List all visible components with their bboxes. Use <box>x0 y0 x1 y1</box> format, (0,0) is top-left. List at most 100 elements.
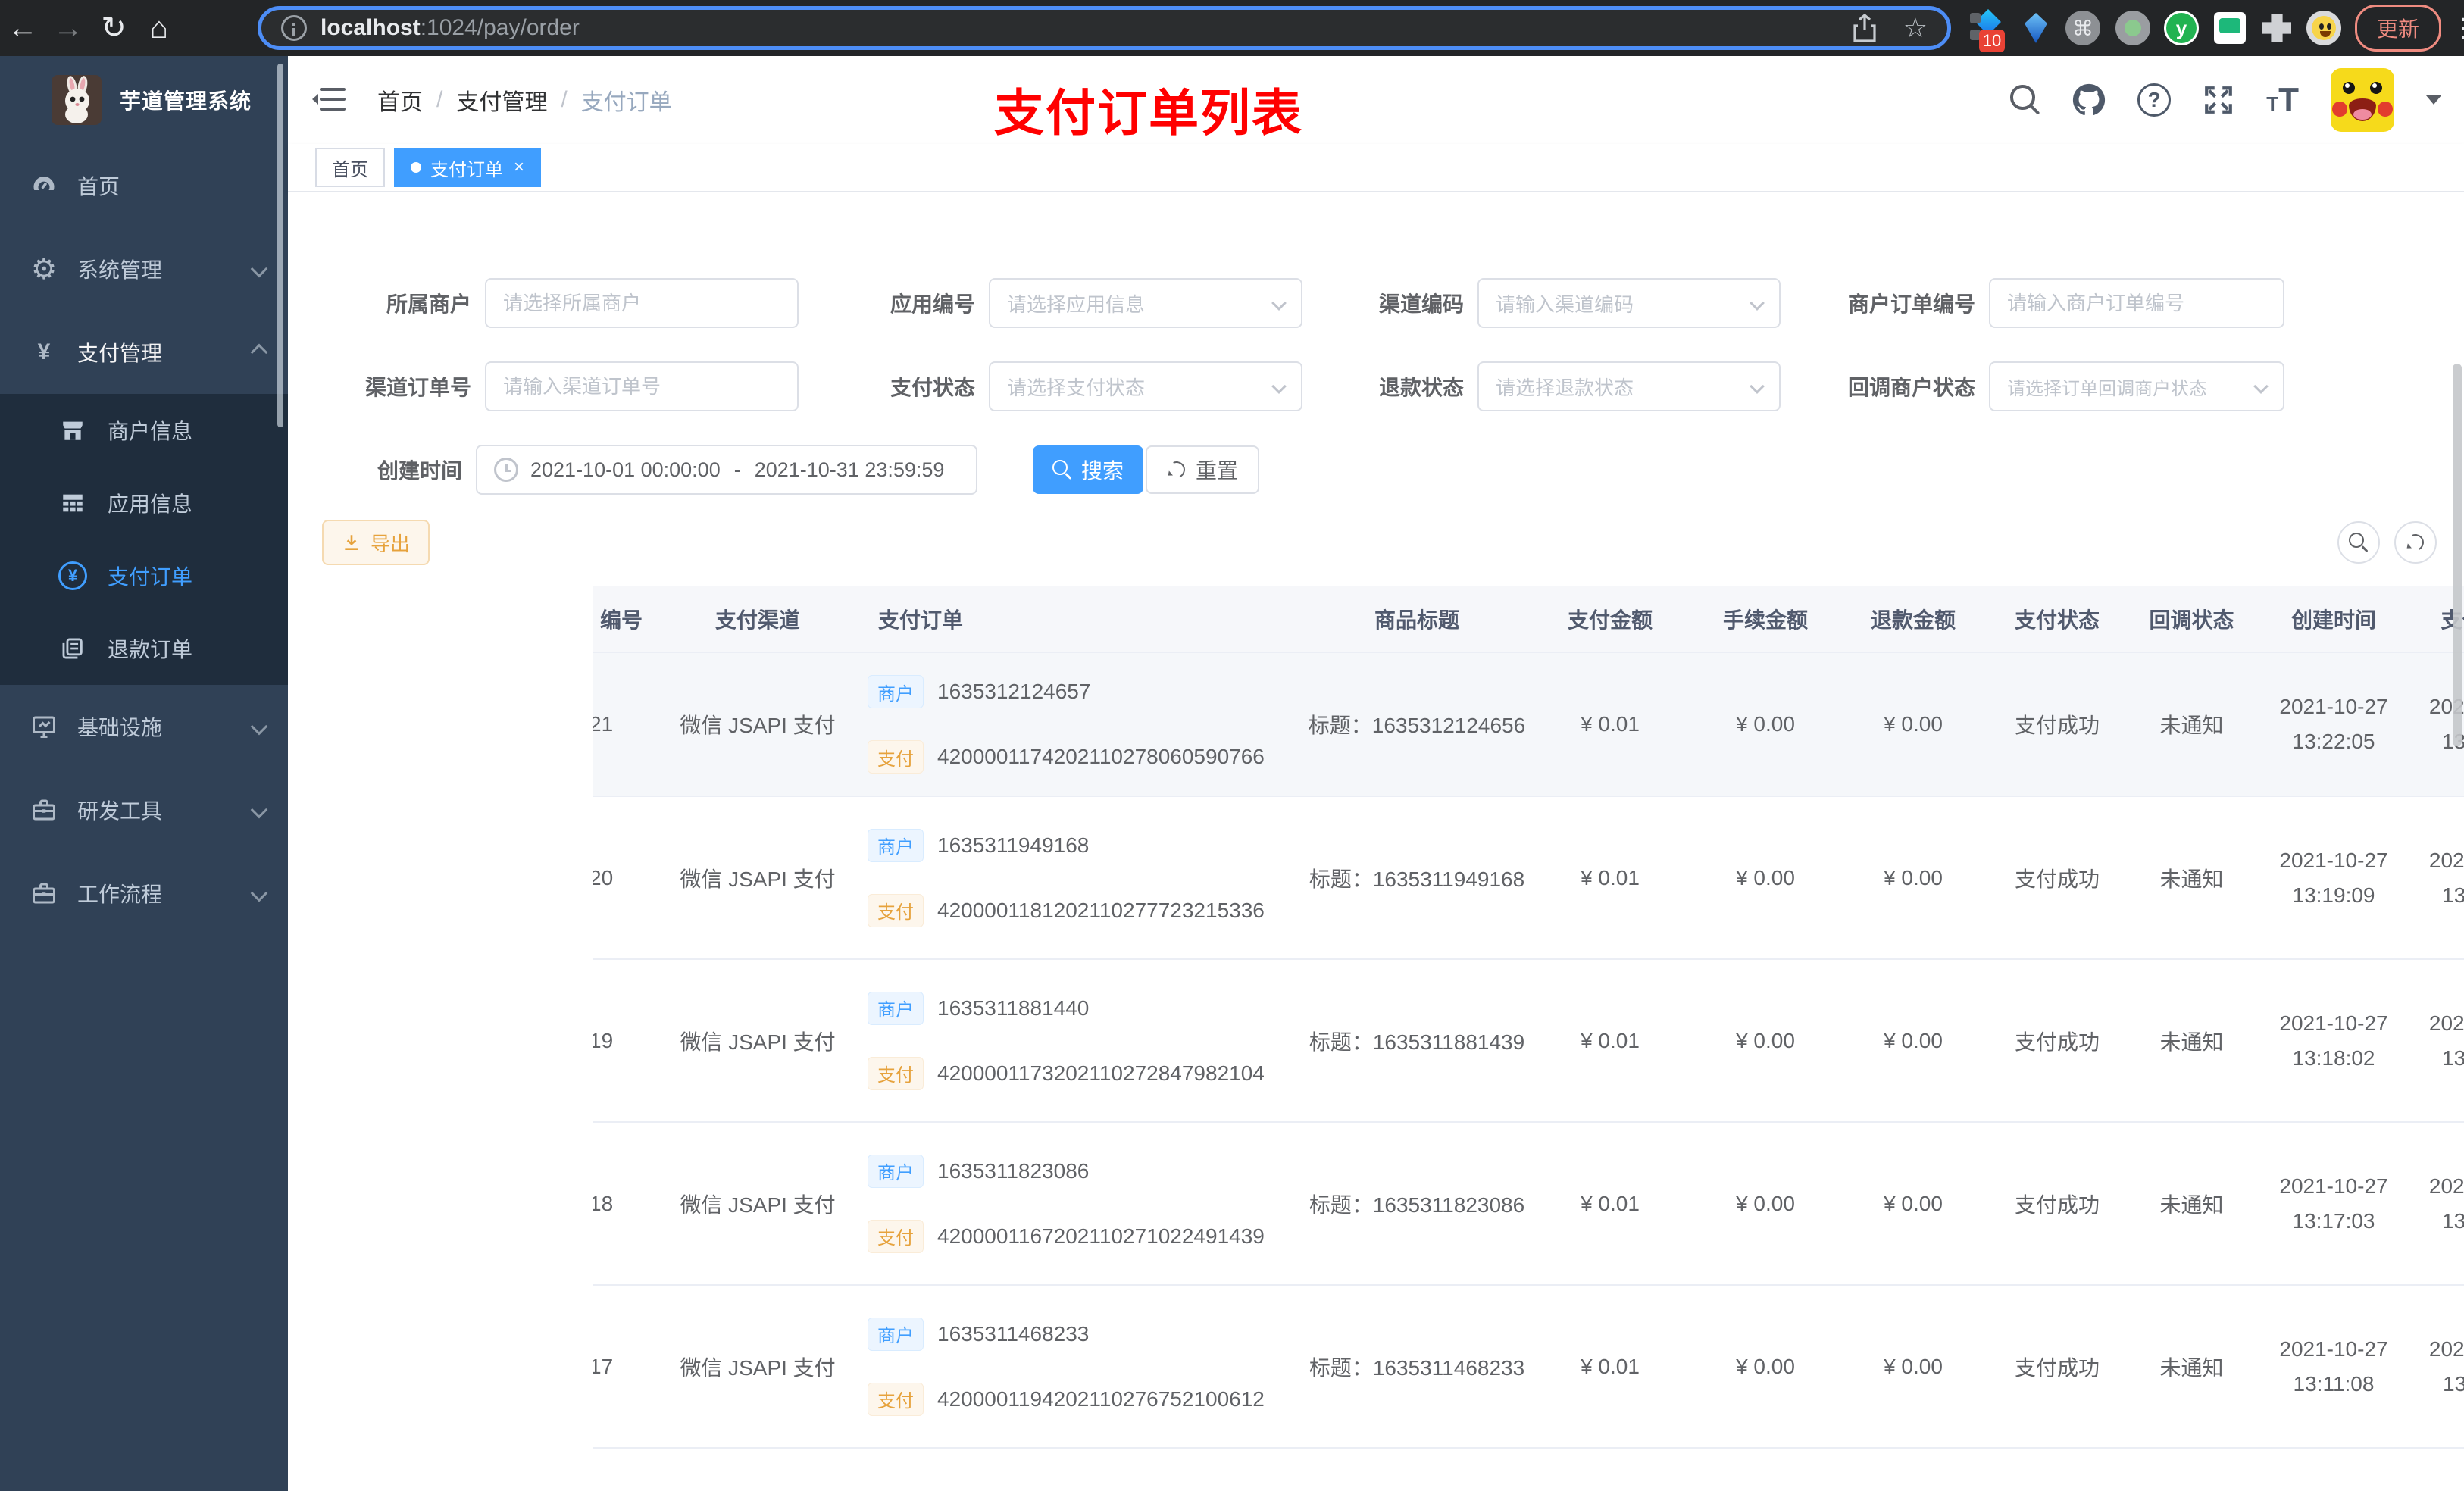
sidebar-item-infra[interactable]: 基础设施 <box>0 685 288 768</box>
bookmark-star-icon[interactable]: ☆ <box>1903 12 1928 44</box>
address-bar[interactable]: localhost:1024/pay/order ☆ <box>258 6 1951 50</box>
cell-amount: ¥ 0.01 <box>1581 865 1640 889</box>
extension-gem-icon[interactable] <box>2025 0 2047 56</box>
col-channel: 支付渠道 <box>714 608 800 632</box>
cell-status: 支付成功 <box>2014 1355 2100 1380</box>
user-avatar[interactable] <box>2331 68 2394 132</box>
search-button[interactable]: 搜索 <box>1033 445 1144 494</box>
channel-code-select[interactable]: 请输入渠道编码 <box>1477 278 1781 328</box>
browser-back-button[interactable]: ← <box>0 11 45 45</box>
window-scrollbar[interactable] <box>2453 364 2462 746</box>
extension-pinned-icon[interactable]: 10 <box>1970 0 2005 56</box>
order-table: 编号 支付渠道 支付订单 商品标题 支付金额 手续金额 退款金额 支付状态 回调… <box>593 586 2464 1491</box>
channel-order-input-field[interactable] <box>503 374 780 399</box>
sidebar-item-merchant-info[interactable]: 商户信息 <box>0 394 288 467</box>
cell-amount: ¥ 0.01 <box>1581 712 1640 736</box>
table-row[interactable]: 商户1635311151796 <box>593 1449 2464 1491</box>
cell-refund: ¥ 0.00 <box>1884 712 1943 736</box>
topbar: 首页 / 支付管理 / 支付订单 支付订单列表 ? TT <box>288 56 2464 144</box>
search-icon[interactable] <box>2010 85 2040 115</box>
cell-notify: 未通知 <box>2159 867 2224 891</box>
browser-reload-button[interactable]: ↻ <box>91 11 136 45</box>
logo-rabbit-image <box>52 75 102 125</box>
sidebar-item-workflow[interactable]: 工作流程 <box>0 852 288 935</box>
date-range-input[interactable]: 2021-10-01 00:00:00 - 2021-10-31 23:59:5… <box>476 445 977 495</box>
merchant-order-no: 1635311468233 <box>937 1321 1090 1346</box>
content: 所属商户 应用编号 请选择应用信息 渠道编码 请输入渠道编码 <box>288 192 2464 1491</box>
extension-dot-icon[interactable] <box>2115 0 2150 56</box>
sidebar-scrollbar[interactable] <box>277 64 283 427</box>
sidebar-item-label: 商户信息 <box>108 420 193 443</box>
tab-pay-order[interactable]: 支付订单 × <box>394 148 542 187</box>
owner-input-field[interactable] <box>503 291 780 315</box>
browser-menu-kebab-icon[interactable]: ⋮ <box>2431 0 2464 56</box>
owner-input[interactable] <box>485 278 799 328</box>
dashboard-icon <box>27 169 61 202</box>
table-row[interactable]: 17 微信 JSAPI 支付 商户 1635311468233 支付 4200001… <box>593 1286 2464 1449</box>
pay-order-no: 4200001174202110278060590766 <box>937 745 1265 768</box>
close-tab-icon[interactable]: × <box>514 157 524 178</box>
cell-id: 21 <box>593 712 614 736</box>
extension-y-icon[interactable]: y <box>2164 0 2199 56</box>
help-icon[interactable]: ? <box>2137 83 2172 117</box>
table-row[interactable]: 20 微信 JSAPI 支付 商户 1635311949168 支付 4200001… <box>593 797 2464 960</box>
sidebar: 芋道管理系统 首页 ⚙ 系统管理 ¥ 支付管理 商户信息 应用信息 ¥ 支付订单… <box>0 56 288 1491</box>
font-size-icon[interactable]: TT <box>2266 81 2299 119</box>
export-button[interactable]: 导出 <box>322 520 430 565</box>
collapse-sidebar-icon[interactable] <box>312 85 346 115</box>
col-amount: 支付金额 <box>1567 608 1653 632</box>
fullscreen-icon[interactable] <box>2203 84 2234 116</box>
screen: ← → ↻ ⌂ localhost:1024/pay/order ☆ 10 ⌘ … <box>0 0 2464 1491</box>
browser-forward-button[interactable]: → <box>45 11 91 45</box>
refresh-table-button[interactable] <box>2394 521 2437 564</box>
reset-button[interactable]: 重置 <box>1146 445 1260 494</box>
notify-status-select[interactable]: 请选择订单回调商户状态 <box>1989 361 2284 411</box>
cell-fee: ¥ 0.00 <box>1736 712 1795 736</box>
extensions-puzzle-icon[interactable] <box>2262 0 2291 56</box>
profile-avatar-icon[interactable] <box>2306 0 2341 56</box>
merchant-tag: 商户 <box>868 991 924 1025</box>
avatar-caret-icon[interactable] <box>2426 95 2441 105</box>
tab-home[interactable]: 首页 <box>315 148 385 187</box>
browser-home-button[interactable]: ⌂ <box>136 11 182 45</box>
col-title: 商品标题 <box>1374 608 1459 632</box>
merchant-order-input-field[interactable] <box>2007 291 2266 315</box>
table-row[interactable]: 21 微信 JSAPI 支付 商户 1635312124657 支付 4200001… <box>593 653 2464 797</box>
refresh-icon <box>2406 533 2425 552</box>
app-select[interactable]: 请选择应用信息 <box>989 278 1302 328</box>
sidebar-item-devtools[interactable]: 研发工具 <box>0 768 288 852</box>
toggle-search-button[interactable] <box>2337 521 2380 564</box>
sidebar-item-pay-order[interactable]: ¥ 支付订单 <box>0 539 288 612</box>
merchant-order-input[interactable] <box>1989 278 2284 328</box>
extension-chat-icon[interactable] <box>2214 0 2246 56</box>
sidebar-item-app-info[interactable]: 应用信息 <box>0 467 288 539</box>
pay-tag: 支付 <box>868 1382 924 1416</box>
sidebar-item-home[interactable]: 首页 <box>0 144 288 227</box>
breadcrumb-pay[interactable]: 支付管理 <box>456 83 547 117</box>
page-title: 支付订单列表 <box>994 85 1303 141</box>
channel-order-input[interactable] <box>485 361 799 411</box>
pay-tag: 支付 <box>868 740 924 774</box>
table-row[interactable]: 19 微信 JSAPI 支付 商户 1635311881440 支付 4200001… <box>593 960 2464 1123</box>
breadcrumb-home[interactable]: 首页 <box>377 83 423 117</box>
pay-status-select[interactable]: 请选择支付状态 <box>989 361 1302 411</box>
yen-circle-icon: ¥ <box>58 561 88 591</box>
cell-title: 标题：1635312124656 <box>1308 714 1526 737</box>
sidebar-item-refund-order[interactable]: 退款订单 <box>0 612 288 685</box>
extension-command-icon[interactable]: ⌘ <box>2065 0 2100 56</box>
share-icon[interactable] <box>1852 14 1878 42</box>
browser-update-button[interactable]: 更新 <box>2355 0 2442 56</box>
table-row[interactable]: 18 微信 JSAPI 支付 商户 1635311823086 支付 4200001… <box>593 1123 2464 1286</box>
github-icon[interactable] <box>2072 83 2106 117</box>
cell-notify: 未通知 <box>2159 1030 2224 1054</box>
refund-status-select[interactable]: 请选择退款状态 <box>1477 361 1781 411</box>
cell-amount: ¥ 0.01 <box>1581 1191 1640 1215</box>
chevron-down-icon <box>1271 379 1287 394</box>
sidebar-item-system[interactable]: ⚙ 系统管理 <box>0 227 288 311</box>
sidebar-item-pay[interactable]: ¥ 支付管理 <box>0 311 288 394</box>
cell-fee: ¥ 0.00 <box>1736 1191 1795 1215</box>
cell-fee: ¥ 0.00 <box>1736 865 1795 889</box>
col-notify: 回调状态 <box>2149 608 2234 632</box>
site-info-icon[interactable] <box>281 15 307 41</box>
cell-status: 支付成功 <box>2014 1030 2100 1054</box>
